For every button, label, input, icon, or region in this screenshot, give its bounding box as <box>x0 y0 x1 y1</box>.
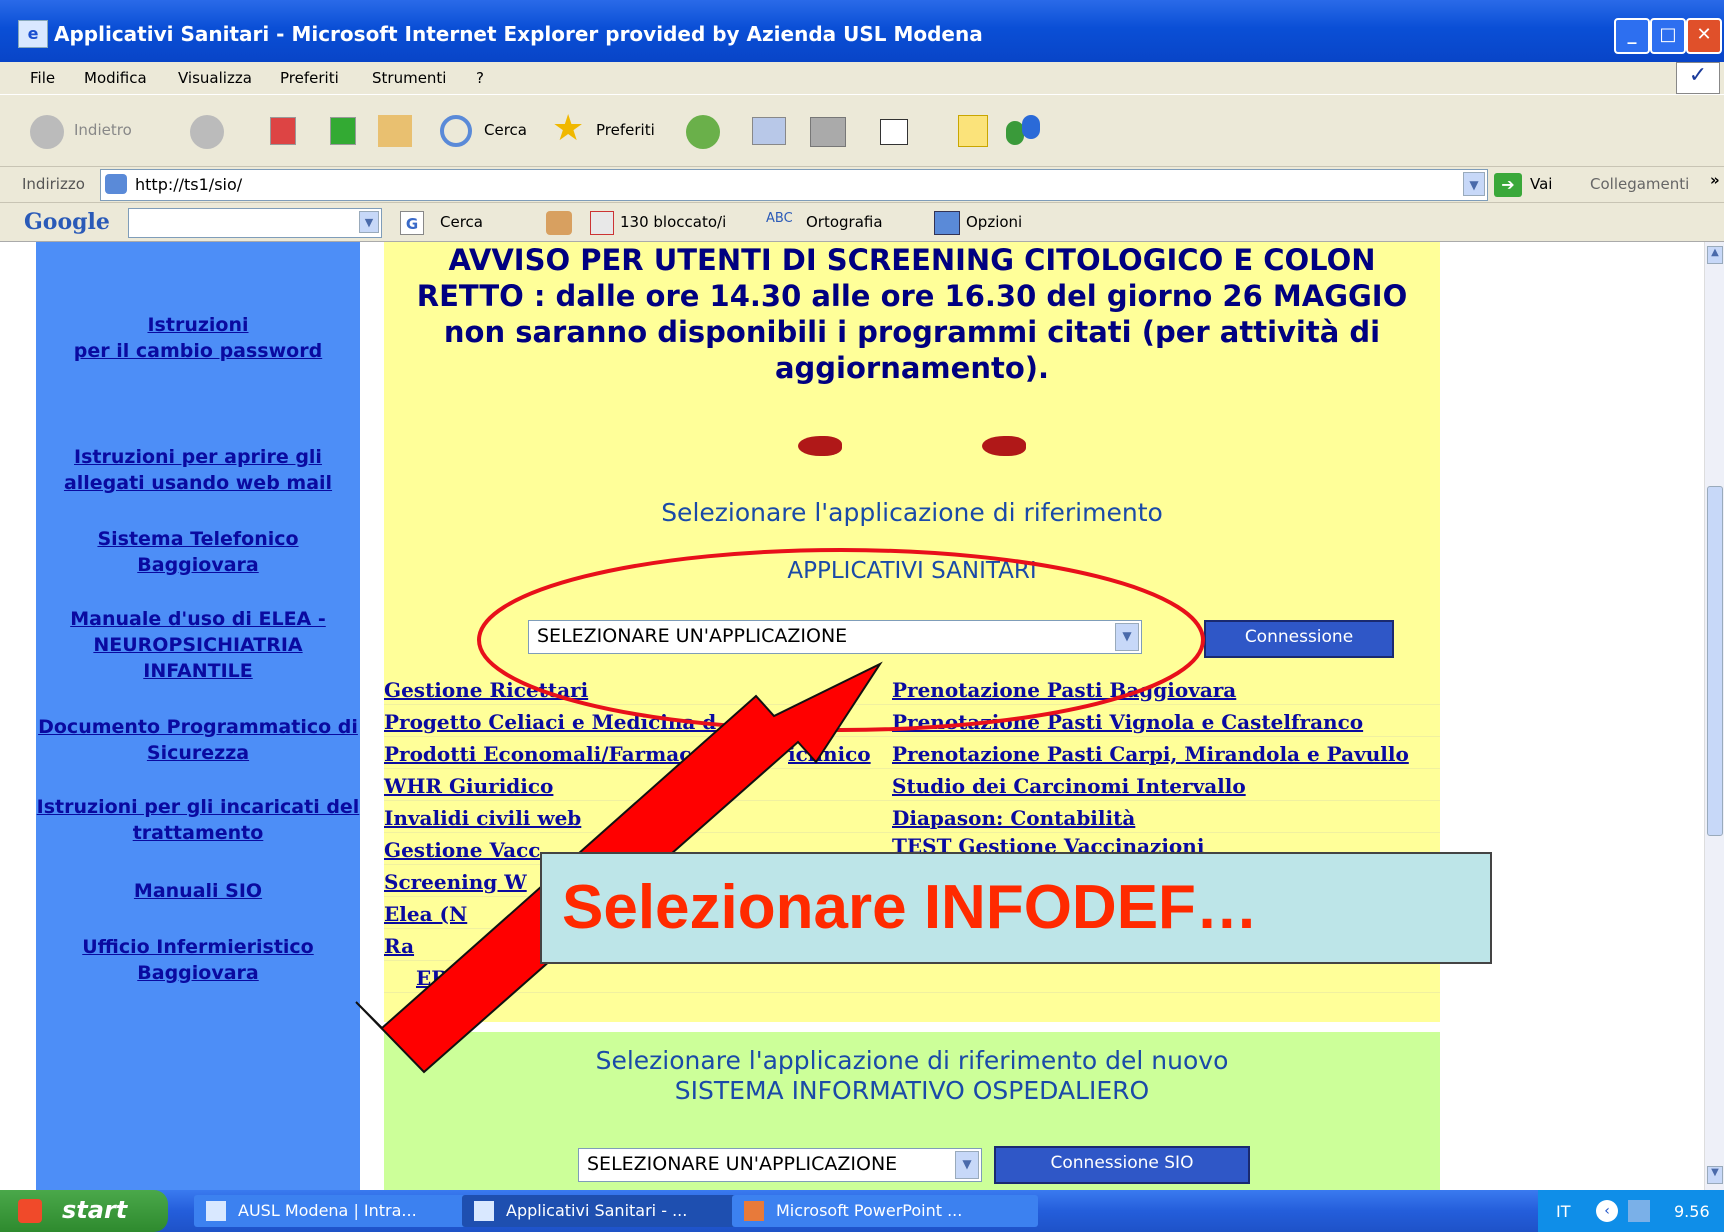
clock: 9.56 <box>1674 1202 1710 1221</box>
task-ausl[interactable]: AUSL Modena | Intra... <box>194 1195 474 1227</box>
taskbar: start AUSL Modena | Intra... Applicativi… <box>0 1190 1724 1232</box>
ie-icon <box>474 1201 494 1221</box>
start-button[interactable]: start <box>0 1190 168 1232</box>
network-icon[interactable] <box>1628 1200 1650 1222</box>
ie-icon <box>206 1201 226 1221</box>
system-tray: IT ‹ 9.56 <box>1538 1190 1724 1232</box>
task-powerpoint[interactable]: Microsoft PowerPoint ... <box>732 1195 1038 1227</box>
task-applicativi[interactable]: Applicativi Sanitari - ... <box>462 1195 762 1227</box>
annotation-callout: Selezionare INFODEF… <box>540 852 1492 964</box>
tray-expand-icon[interactable]: ‹ <box>1596 1200 1618 1222</box>
windows-flag-icon <box>18 1199 42 1223</box>
start-label: start <box>62 1196 128 1224</box>
powerpoint-icon <box>744 1201 764 1221</box>
annotation-overlay <box>355 548 1205 1074</box>
language-indicator[interactable]: IT <box>1556 1202 1571 1221</box>
